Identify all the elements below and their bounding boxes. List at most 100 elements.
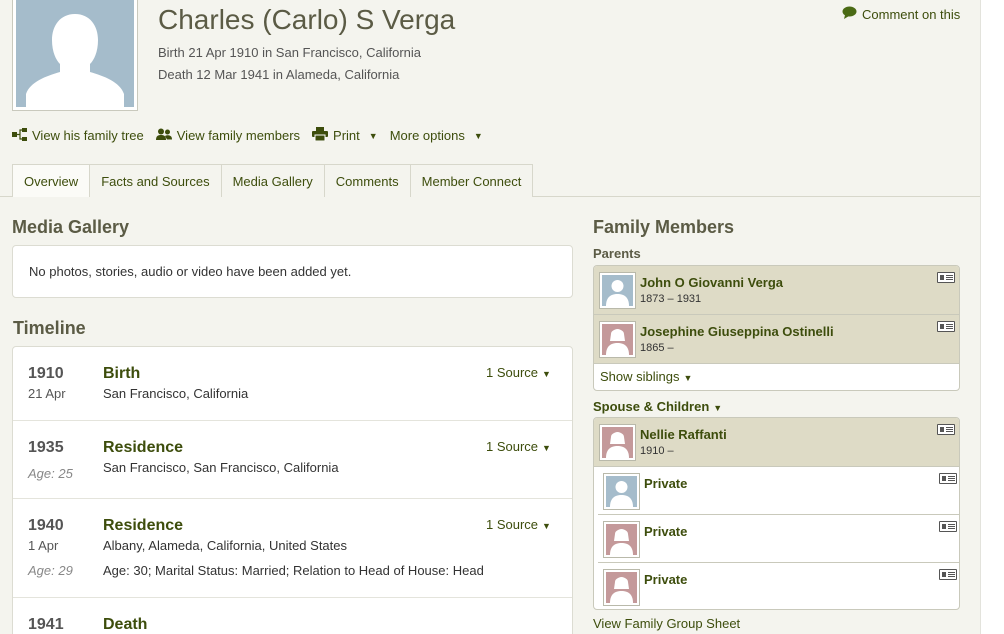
female-silhouette-icon [606,572,637,603]
caret-down-icon: ▼ [542,369,551,379]
male-silhouette-icon [606,476,637,507]
view-family-group-sheet-link[interactable]: View Family Group Sheet [593,616,740,631]
more-options-label: More options [389,128,465,143]
family-member-row[interactable]: Josephine Giuseppina Ostinelli 1865 – [594,315,959,363]
family-member-dates: 1910 – [640,445,674,457]
timeline-card: 1910 21 Apr Birth San Francisco, Califor… [12,346,573,634]
profile-card-icon[interactable] [937,424,955,435]
caret-down-icon: ▼ [368,130,378,141]
tab-overview[interactable]: Overview [12,164,91,197]
printer-icon [312,127,329,144]
spouse-children-box: Nellie Raffanti 1910 – Private Private P… [593,417,960,610]
event-date: 1 Apr [28,538,59,553]
show-siblings-toggle[interactable]: Show siblings ▼ [600,369,692,384]
family-members-title: Family Members [593,217,735,237]
male-silhouette-icon [602,275,633,306]
people-icon [155,128,172,144]
event-year: 1941 [28,616,64,633]
tab-media-gallery[interactable]: Media Gallery [220,164,325,197]
child-name: Private [644,524,688,539]
person-thumbnail [603,521,640,558]
family-member-row[interactable]: John O Giovanni Verga 1873 – 1931 [594,266,959,314]
family-member-dates: 1873 – 1931 [640,293,702,305]
family-member-name: John O Giovanni Verga [640,275,784,290]
event-year: 1940 [28,517,64,534]
spouse-children-toggle[interactable]: Spouse & Children ▼ [593,399,722,414]
caret-down-icon: ▼ [683,373,693,383]
divider [594,363,959,364]
event-age: Age: 25 [28,466,73,481]
profile-card-icon[interactable] [939,569,957,580]
event-title[interactable]: Residence [103,517,183,535]
tab-comments[interactable]: Comments [323,164,411,197]
profile-name: Charles (Carlo) S Verga [158,4,456,35]
child-name: Private [644,476,688,491]
timeline-event: 1941 Death [13,598,572,634]
caret-down-icon: ▼ [542,443,551,453]
female-silhouette-icon [606,524,637,555]
event-source-menu[interactable]: 1 Source ▼ [486,517,551,532]
male-silhouette-icon [16,0,134,107]
female-silhouette-icon [602,427,633,458]
profile-card-icon[interactable] [939,521,957,532]
event-place: San Francisco, California [103,386,249,401]
person-thumbnail [599,272,636,309]
event-age: Age: 29 [28,563,73,578]
family-member-dates: 1865 – [640,342,674,354]
print-menu[interactable]: Print ▼ [312,127,378,144]
person-thumbnail [603,473,640,510]
caret-down-icon: ▼ [542,521,551,531]
view-family-tree-label: View his family tree [32,128,144,143]
event-source-menu[interactable]: 1 Source ▼ [486,365,551,380]
speech-bubble-icon [842,6,857,22]
family-member-name: Josephine Giuseppina Ostinelli [640,324,834,339]
child-row[interactable]: Private [598,467,959,515]
page-right-edge [980,0,1004,634]
comment-link-label: Comment on this [862,6,961,22]
event-place: San Francisco, San Francisco, California [103,460,339,475]
timeline-event: 1940 1 Apr Age: 29 Residence Albany, Ala… [13,499,572,598]
view-family-members-link[interactable]: View family members [155,128,301,144]
profile-photo[interactable] [12,0,138,111]
event-year: 1910 [28,365,64,382]
child-name: Private [644,572,688,587]
event-year: 1935 [28,439,64,456]
more-options-menu[interactable]: More options ▼ [390,128,483,143]
spouse-children-label: Spouse & Children [593,399,710,414]
family-member-name: Nellie Raffanti [640,427,727,442]
event-place: Albany, Alameda, California, United Stat… [103,538,348,553]
birth-summary: Birth 21 Apr 1910 in San Francisco, Cali… [158,45,422,60]
view-family-members-label: View family members [176,128,301,143]
event-source-label: 1 Source [486,365,539,380]
event-date: 21 Apr [28,386,66,401]
caret-down-icon: ▼ [473,130,483,141]
person-thumbnail [603,569,640,606]
profile-card-icon[interactable] [937,272,955,283]
action-bar: View his family tree View family members… [12,127,495,144]
event-source-menu[interactable]: 1 Source ▼ [486,439,551,454]
parents-box: John O Giovanni Verga 1873 – 1931 Joseph… [593,265,960,391]
event-detail: Age: 30; Marital Status: Married; Relati… [103,563,484,578]
child-row[interactable]: Private [598,515,959,563]
profile-card-icon[interactable] [939,473,957,484]
tab-member-connect[interactable]: Member Connect [409,164,534,197]
view-family-tree-link[interactable]: View his family tree [12,127,144,144]
show-siblings-label: Show siblings [600,369,680,384]
family-member-row[interactable]: Nellie Raffanti 1910 – [594,418,959,466]
media-gallery-title: Media Gallery [12,217,130,237]
event-title[interactable]: Death [103,616,147,634]
print-label: Print [333,128,360,143]
timeline-event: 1935 Age: 25 Residence San Francisco, Sa… [13,421,572,499]
death-summary: Death 12 Mar 1941 in Alameda, California [158,67,400,82]
child-row[interactable]: Private [598,563,959,609]
event-source-label: 1 Source [486,517,539,532]
event-title[interactable]: Residence [103,439,183,457]
caret-down-icon: ▼ [713,403,723,413]
comment-link[interactable]: Comment on this [842,6,960,22]
profile-card-icon[interactable] [937,321,955,332]
tab-facts-and-sources[interactable]: Facts and Sources [89,164,222,197]
parents-label: Parents [593,246,641,261]
event-source-label: 1 Source [486,439,539,454]
event-title[interactable]: Birth [103,365,140,383]
timeline-title: Timeline [13,318,86,338]
